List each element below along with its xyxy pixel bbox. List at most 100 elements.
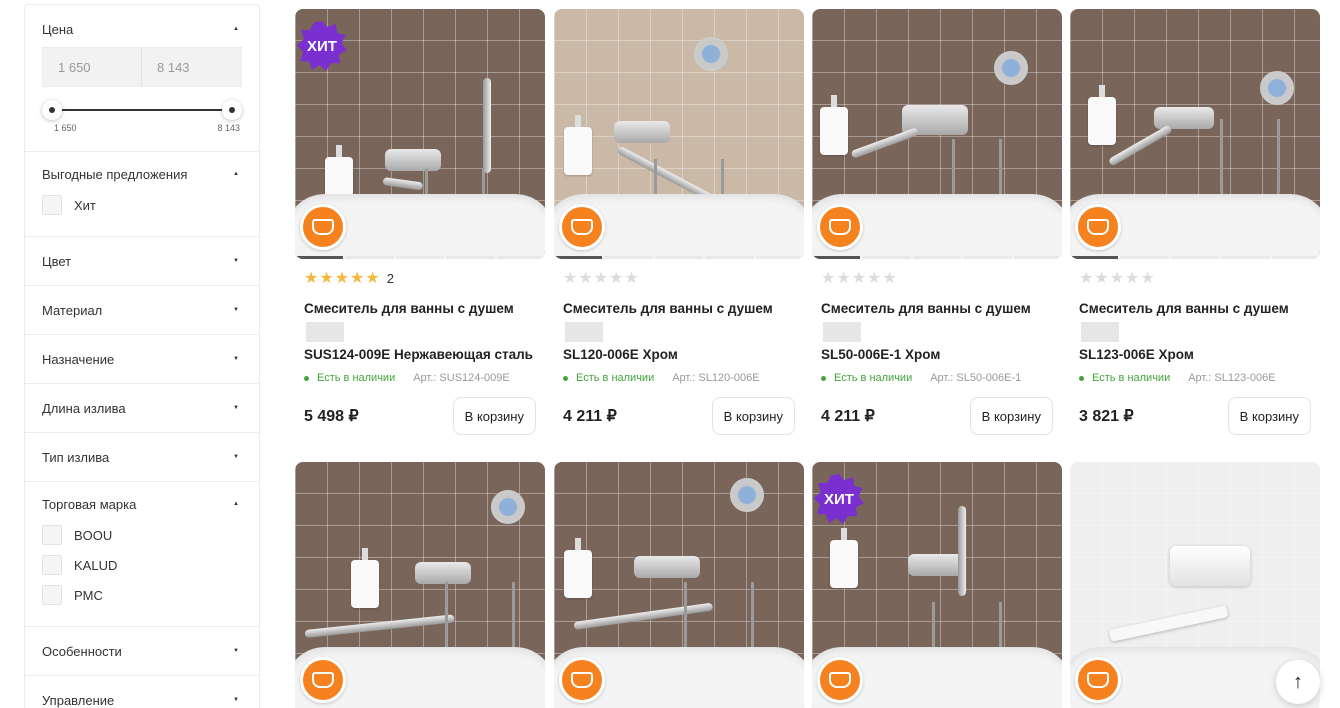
filter-price-header[interactable]: Цена ▲ (42, 5, 242, 53)
filter-spout-type-header[interactable]: Тип излива ▼ (42, 433, 242, 481)
product-title[interactable]: Смеситель для ванны с душем SL120-006E Х… (554, 297, 804, 366)
product-photo[interactable] (554, 9, 804, 259)
shower-head-image (491, 490, 525, 524)
shower-head-image (1260, 71, 1294, 105)
star-rating-icon: ★★★★★ (821, 270, 898, 287)
product-photo[interactable] (812, 9, 1062, 259)
filter-option-pmc[interactable]: PMC (42, 580, 242, 610)
price-slider-labels: 1 650 8 143 (42, 123, 242, 133)
filter-spout-length-header[interactable]: Длина излива ▼ (42, 384, 242, 432)
chevron-down-icon: ▼ (233, 405, 239, 411)
photo-pager (295, 256, 545, 259)
photo-pager (812, 256, 1062, 259)
faucet-image (634, 556, 700, 578)
add-to-cart-button[interactable]: В корзину (452, 397, 536, 435)
filter-control-label: Управление (42, 692, 115, 708)
chevron-down-icon: ▼ (233, 307, 239, 313)
catalog-page: Цена ▲ 1 650 8 143 Выгодные предложения … (0, 0, 1340, 708)
product-title-line2: SL123-006E Хром (1079, 347, 1194, 362)
review-count[interactable]: 2 (387, 271, 394, 286)
buy-row: 4 211 ₽ В корзину (554, 397, 804, 435)
product-title-line2: SUS124-009E Нержавеющая сталь (304, 347, 533, 362)
filter-material-header[interactable]: Материал ▼ (42, 286, 242, 334)
price-max-input[interactable] (142, 48, 241, 86)
product-photo[interactable]: ХИТ (812, 462, 1062, 708)
filter-purpose-label: Назначение (42, 351, 115, 367)
filter-purpose-header[interactable]: Назначение ▼ (42, 335, 242, 383)
article-number: Арт.: SL50-006E-1 (930, 372, 1022, 384)
promo-badge-icon (1075, 204, 1121, 250)
product-title-line1: Смеситель для ванны с душем (563, 301, 773, 316)
rating: ★★★★★ 2 (295, 267, 545, 289)
price-slider (42, 99, 242, 121)
filter-option-hit[interactable]: Хит (42, 190, 242, 220)
product-title-line1: Смеситель для ванны с душем (821, 301, 1031, 316)
rating: ★★★★★ (1070, 267, 1320, 289)
redacted-block (1081, 322, 1119, 343)
faucet-image (614, 121, 670, 143)
article-number: Арт.: SL123-006E (1188, 372, 1276, 384)
filter-control-header[interactable]: Управление ▼ (42, 676, 242, 708)
promo-badge-icon (817, 657, 863, 703)
checkbox[interactable] (42, 195, 62, 215)
product-title[interactable]: Смеситель для ванны с душем SUS124-009E … (295, 297, 545, 366)
scroll-to-top-button[interactable]: ↑ (1276, 660, 1320, 704)
product-photo[interactable] (1070, 9, 1320, 259)
faucet-image (1170, 546, 1250, 586)
product-title[interactable]: Смеситель для ванны с душем SL123-006E Х… (1070, 297, 1320, 366)
filter-material: Материал ▼ (25, 286, 259, 335)
basket-icon (1087, 672, 1109, 688)
product-card: ★★★★★ Смеситель для ванны с душем SL50-0… (812, 9, 1062, 435)
filter-price-label: Цена (42, 21, 74, 37)
basket-icon (829, 219, 851, 235)
filter-option-boou[interactable]: BOOU (42, 520, 242, 550)
price-min-input[interactable] (43, 48, 142, 86)
checkbox[interactable] (42, 585, 62, 605)
faucet-image (415, 562, 471, 584)
checkbox[interactable] (42, 525, 62, 545)
soap-bottle-image (564, 538, 592, 598)
soap-bottle-image (820, 95, 848, 155)
star-rating-icon: ★★★★★ (1079, 270, 1156, 287)
filter-features-header[interactable]: Особенности ▼ (42, 627, 242, 675)
product-photo[interactable] (295, 462, 545, 708)
buy-row: 3 821 ₽ В корзину (1070, 397, 1320, 435)
filter-option-label: KALUD (74, 557, 118, 573)
basket-icon (1087, 219, 1109, 235)
checkbox[interactable] (42, 555, 62, 575)
add-to-cart-button[interactable]: В корзину (711, 397, 795, 435)
filter-deals-label: Выгодные предложения (42, 166, 188, 182)
promo-badge-icon (1075, 657, 1121, 703)
chevron-down-icon: ▼ (233, 648, 239, 654)
star-rating-icon: ★★★★★ (563, 270, 640, 287)
filter-features-label: Особенности (42, 643, 122, 659)
product-photo[interactable]: ХИТ (295, 9, 545, 259)
article-number: Арт.: SL120-006E (672, 372, 760, 384)
filter-sidebar: Цена ▲ 1 650 8 143 Выгодные предложения … (24, 4, 260, 708)
add-to-cart-button[interactable]: В корзину (1227, 397, 1311, 435)
filter-color-header[interactable]: Цвет ▼ (42, 237, 242, 285)
price-slider-max-handle[interactable] (222, 100, 242, 120)
redacted-block (565, 322, 603, 343)
basket-icon (829, 672, 851, 688)
filter-brand: Торговая марка ▲ BOOU KALUD PMC (25, 482, 259, 627)
hand-shower-image (483, 78, 491, 173)
product-price: 4 211 ₽ (821, 408, 875, 425)
filter-option-kalud[interactable]: KALUD (42, 550, 242, 580)
basket-icon (571, 219, 593, 235)
product-title[interactable]: Смеситель для ванны с душем SL50-006E-1 … (812, 297, 1062, 366)
product-photo[interactable] (554, 462, 804, 708)
redacted-block (306, 322, 344, 343)
rating: ★★★★★ (812, 267, 1062, 289)
price-slider-min-handle[interactable] (42, 100, 62, 120)
hand-shower-image (958, 506, 966, 596)
photo-pager (554, 256, 804, 259)
filter-option-label: Хит (74, 197, 96, 213)
product-meta: Есть в наличии Арт.: SL50-006E-1 (812, 372, 1062, 384)
filter-price: Цена ▲ 1 650 8 143 (25, 5, 259, 152)
filter-spout-length-label: Длина излива (42, 400, 126, 416)
product-meta: Есть в наличии Арт.: SL123-006E (1070, 372, 1320, 384)
redacted-block (823, 322, 861, 343)
price-slider-track (52, 109, 232, 111)
add-to-cart-button[interactable]: В корзину (969, 397, 1053, 435)
